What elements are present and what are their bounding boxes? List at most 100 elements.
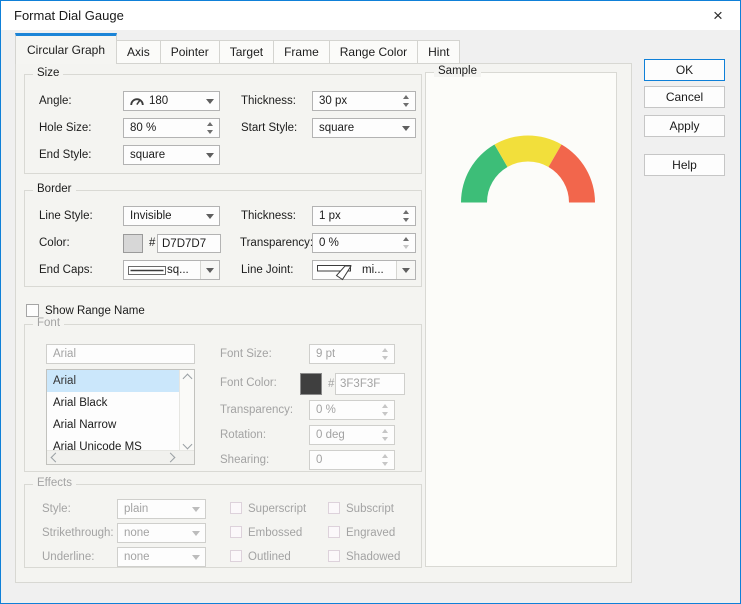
font-size-value: 9 pt [316, 348, 336, 360]
apply-button[interactable]: Apply [644, 115, 725, 137]
chevron-down-icon [402, 267, 410, 273]
spin-down-button[interactable] [403, 218, 409, 222]
end-style-dropdown[interactable]: square [123, 145, 220, 165]
style-value: plain [124, 503, 149, 515]
spin-down-button[interactable] [207, 130, 213, 134]
vertical-scrollbar[interactable] [179, 370, 194, 453]
border-thickness-spinner[interactable]: 1 px [312, 206, 416, 226]
line-style-label: Line Style: [39, 210, 93, 222]
end-caps-dropdown[interactable]: sq... [123, 260, 220, 280]
font-list-item[interactable]: Arial Black [47, 392, 181, 414]
cancel-button[interactable]: Cancel [644, 86, 725, 108]
chevron-down-icon [192, 506, 200, 512]
end-caps-label: End Caps: [39, 264, 93, 276]
font-family-input [46, 344, 195, 364]
tab-axis[interactable]: Axis [117, 40, 161, 64]
size-thickness-value: 30 px [319, 95, 348, 107]
superscript-label: Superscript [248, 503, 307, 515]
title-bar: Format Dial Gauge × [1, 1, 740, 30]
start-style-label: Start Style: [241, 122, 298, 134]
tab-hint[interactable]: Hint [418, 40, 461, 64]
spin-up-button[interactable] [403, 95, 409, 99]
close-button[interactable]: × [702, 1, 734, 30]
tab-pointer[interactable]: Pointer [160, 40, 220, 64]
hole-size-value: 80 % [130, 122, 157, 134]
border-color-swatch[interactable] [123, 234, 143, 253]
start-style-value: square [319, 122, 355, 134]
tab-frame[interactable]: Frame [274, 40, 330, 64]
embossed-label: Embossed [248, 527, 303, 539]
hash-symbol: # [328, 378, 335, 390]
spin-up-button[interactable] [207, 122, 213, 126]
tab-page-circular-graph: Size Angle: 180 Thickness: 30 px Hole Si… [15, 63, 632, 583]
line-joint-label: Line Joint: [241, 264, 294, 276]
square-cap-line-icon [128, 265, 166, 275]
underline-label: Underline: [42, 551, 95, 563]
font-size-spinner: 9 pt [309, 344, 395, 364]
embossed-checkbox [230, 526, 242, 538]
chevron-right-icon[interactable] [165, 452, 176, 463]
angle-value: 180 [149, 95, 169, 107]
font-group-title: Font [33, 317, 65, 329]
chevron-down-icon[interactable] [182, 439, 193, 450]
superscript-checkbox [230, 502, 242, 514]
spin-up-button [382, 404, 388, 408]
spin-up-button[interactable] [403, 237, 409, 241]
font-size-label: Font Size: [220, 348, 272, 360]
border-color-hex-input[interactable] [157, 234, 221, 253]
ok-button[interactable]: OK [644, 59, 725, 81]
spin-up-button[interactable] [403, 210, 409, 214]
size-thickness-spinner[interactable]: 30 px [312, 91, 416, 111]
chevron-down-icon [206, 267, 214, 273]
angle-label: Angle: [39, 95, 72, 107]
shadowed-label: Shadowed [346, 551, 401, 563]
spin-down-button[interactable] [403, 245, 409, 249]
tab-target[interactable]: Target [219, 40, 275, 64]
start-style-dropdown-button[interactable] [397, 119, 415, 137]
line-joint-dropdown[interactable]: mi... [312, 260, 416, 280]
line-joint-dropdown-button[interactable] [396, 261, 415, 279]
line-style-dropdown[interactable]: Invisible [123, 206, 220, 226]
spin-up-button [382, 454, 388, 458]
font-list[interactable]: Arial Arial Black Arial Narrow Arial Uni… [46, 369, 195, 465]
horizontal-scrollbar[interactable] [47, 450, 194, 464]
rotation-label: Rotation: [220, 429, 267, 441]
tab-circular-graph[interactable]: Circular Graph [15, 33, 118, 64]
border-transparency-spinner[interactable]: 0 % [312, 233, 416, 253]
spin-down-button [382, 356, 388, 360]
angle-dropdown[interactable]: 180 [123, 91, 220, 111]
tab-range-color[interactable]: Range Color [329, 40, 419, 64]
subscript-checkbox [328, 502, 340, 514]
font-list-item[interactable]: Arial [47, 370, 181, 392]
spin-up-button [382, 348, 388, 352]
angle-dropdown-button[interactable] [201, 92, 219, 110]
end-caps-dropdown-button[interactable] [200, 261, 219, 279]
line-style-dropdown-button[interactable] [201, 207, 219, 225]
window-title: Format Dial Gauge [14, 8, 124, 23]
border-group: Border Line Style: Invisible Thickness: … [24, 183, 422, 287]
sample-group-title: Sample [434, 65, 481, 77]
end-caps-value: sq... [167, 264, 189, 276]
gauge-arc-icon [130, 98, 144, 106]
spin-down-button[interactable] [403, 103, 409, 107]
chevron-down-icon [192, 554, 200, 560]
style-dropdown-button [187, 500, 205, 518]
font-list-item[interactable]: Arial Narrow [47, 414, 181, 436]
start-style-dropdown[interactable]: square [312, 118, 416, 138]
chevron-up-icon[interactable] [182, 373, 193, 384]
line-style-value: Invisible [130, 210, 172, 222]
hole-size-spinner[interactable]: 80 % [123, 118, 220, 138]
font-transparency-value: 0 % [316, 404, 336, 416]
show-range-name-checkbox[interactable] [26, 304, 39, 317]
end-style-dropdown-button[interactable] [201, 146, 219, 164]
border-transparency-value: 0 % [319, 237, 339, 249]
outlined-checkbox [230, 550, 242, 562]
underline-value: none [124, 551, 150, 563]
size-thickness-label: Thickness: [241, 95, 296, 107]
spin-up-button [382, 429, 388, 433]
chevron-left-icon[interactable] [50, 452, 61, 463]
help-button[interactable]: Help [644, 154, 725, 176]
chevron-down-icon [402, 125, 410, 131]
border-transparency-label: Transparency: [240, 237, 312, 249]
underline-dropdown: none [117, 547, 206, 567]
